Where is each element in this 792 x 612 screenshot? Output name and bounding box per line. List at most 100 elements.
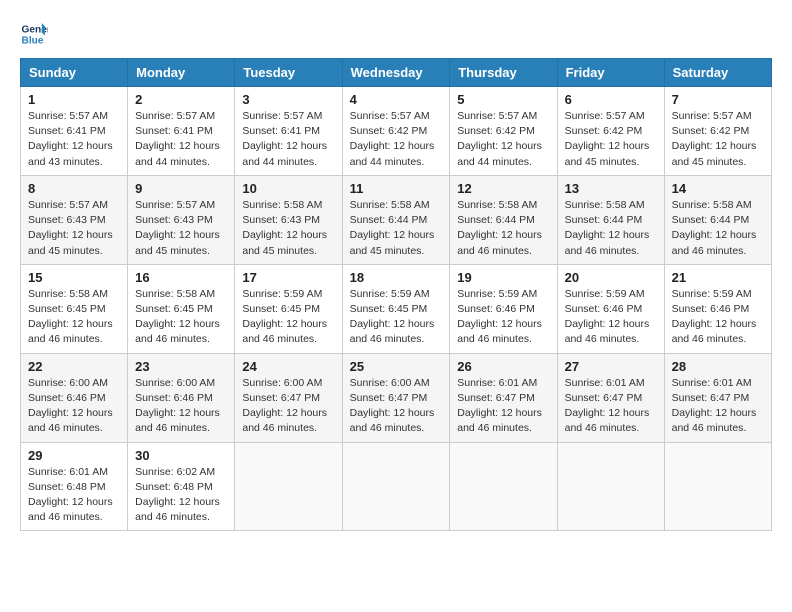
day-cell [235, 442, 342, 531]
day-cell: 13Sunrise: 5:58 AMSunset: 6:44 PMDayligh… [557, 175, 664, 264]
day-info: Sunrise: 5:58 AMSunset: 6:45 PMDaylight:… [28, 287, 120, 348]
day-number: 22 [28, 359, 120, 374]
day-info: Sunrise: 5:57 AMSunset: 6:43 PMDaylight:… [135, 198, 227, 259]
col-header-sunday: Sunday [21, 59, 128, 87]
day-number: 8 [28, 181, 120, 196]
col-header-wednesday: Wednesday [342, 59, 450, 87]
day-info: Sunrise: 5:59 AMSunset: 6:45 PMDaylight:… [350, 287, 443, 348]
day-cell [557, 442, 664, 531]
day-info: Sunrise: 5:59 AMSunset: 6:46 PMDaylight:… [565, 287, 657, 348]
day-number: 2 [135, 92, 227, 107]
day-info: Sunrise: 5:57 AMSunset: 6:43 PMDaylight:… [28, 198, 120, 259]
day-info: Sunrise: 5:58 AMSunset: 6:44 PMDaylight:… [350, 198, 443, 259]
day-number: 10 [242, 181, 334, 196]
day-number: 28 [672, 359, 764, 374]
day-number: 7 [672, 92, 764, 107]
day-cell: 2 Sunrise: 5:57 AMSunset: 6:41 PMDaylight… [128, 87, 235, 176]
day-info: Sunrise: 5:58 AMSunset: 6:43 PMDaylight:… [242, 198, 334, 259]
col-header-friday: Friday [557, 59, 664, 87]
day-info: Sunrise: 6:01 AMSunset: 6:47 PMDaylight:… [672, 376, 764, 437]
day-cell: 25 Sunrise: 6:00 AMSunset: 6:47 PMDayligh… [342, 353, 450, 442]
day-cell: 30 Sunrise: 6:02 AMSunset: 6:48 PMDayligh… [128, 442, 235, 531]
day-info: Sunrise: 5:57 AMSunset: 6:41 PMDaylight:… [242, 109, 334, 170]
day-info: Sunrise: 6:00 AMSunset: 6:46 PMDaylight:… [135, 376, 227, 437]
day-info: Sunrise: 5:59 AMSunset: 6:45 PMDaylight:… [242, 287, 334, 348]
week-row-2: 8 Sunrise: 5:57 AMSunset: 6:43 PMDaylight… [21, 175, 772, 264]
day-cell [342, 442, 450, 531]
day-info: Sunrise: 6:00 AMSunset: 6:47 PMDaylight:… [242, 376, 334, 437]
day-cell: 23 Sunrise: 6:00 AMSunset: 6:46 PMDayligh… [128, 353, 235, 442]
day-info: Sunrise: 6:00 AMSunset: 6:46 PMDaylight:… [28, 376, 120, 437]
day-cell: 5 Sunrise: 5:57 AMSunset: 6:42 PMDaylight… [450, 87, 557, 176]
day-info: Sunrise: 5:58 AMSunset: 6:44 PMDaylight:… [457, 198, 549, 259]
week-row-4: 22 Sunrise: 6:00 AMSunset: 6:46 PMDayligh… [21, 353, 772, 442]
day-cell: 3 Sunrise: 5:57 AMSunset: 6:41 PMDaylight… [235, 87, 342, 176]
day-number: 1 [28, 92, 120, 107]
col-header-thursday: Thursday [450, 59, 557, 87]
day-number: 18 [350, 270, 443, 285]
logo-icon: General Blue [20, 20, 48, 48]
day-cell: 11 Sunrise: 5:58 AMSunset: 6:44 PMDayligh… [342, 175, 450, 264]
day-info: Sunrise: 6:01 AMSunset: 6:47 PMDaylight:… [457, 376, 549, 437]
header-row: SundayMondayTuesdayWednesdayThursdayFrid… [21, 59, 772, 87]
day-cell: 9 Sunrise: 5:57 AMSunset: 6:43 PMDaylight… [128, 175, 235, 264]
day-number: 25 [350, 359, 443, 374]
col-header-tuesday: Tuesday [235, 59, 342, 87]
day-number: 24 [242, 359, 334, 374]
day-cell [450, 442, 557, 531]
day-number: 14 [672, 181, 764, 196]
day-cell: 21Sunrise: 5:59 AMSunset: 6:46 PMDayligh… [664, 264, 771, 353]
day-cell: 29Sunrise: 6:01 AMSunset: 6:48 PMDayligh… [21, 442, 128, 531]
day-number: 12 [457, 181, 549, 196]
col-header-saturday: Saturday [664, 59, 771, 87]
day-info: Sunrise: 5:57 AMSunset: 6:41 PMDaylight:… [135, 109, 227, 170]
day-cell: 26Sunrise: 6:01 AMSunset: 6:47 PMDayligh… [450, 353, 557, 442]
svg-text:Blue: Blue [22, 35, 44, 46]
day-number: 30 [135, 448, 227, 463]
day-cell: 16 Sunrise: 5:58 AMSunset: 6:45 PMDayligh… [128, 264, 235, 353]
day-number: 11 [350, 181, 443, 196]
calendar-table: SundayMondayTuesdayWednesdayThursdayFrid… [20, 58, 772, 531]
day-cell: 12 Sunrise: 5:58 AMSunset: 6:44 PMDayligh… [450, 175, 557, 264]
day-number: 27 [565, 359, 657, 374]
day-number: 3 [242, 92, 334, 107]
day-cell: 18 Sunrise: 5:59 AMSunset: 6:45 PMDayligh… [342, 264, 450, 353]
day-cell: 24 Sunrise: 6:00 AMSunset: 6:47 PMDayligh… [235, 353, 342, 442]
day-number: 16 [135, 270, 227, 285]
col-header-monday: Monday [128, 59, 235, 87]
day-info: Sunrise: 5:57 AMSunset: 6:41 PMDaylight:… [28, 109, 120, 170]
day-number: 21 [672, 270, 764, 285]
day-cell: 8 Sunrise: 5:57 AMSunset: 6:43 PMDaylight… [21, 175, 128, 264]
week-row-5: 29Sunrise: 6:01 AMSunset: 6:48 PMDayligh… [21, 442, 772, 531]
day-info: Sunrise: 5:57 AMSunset: 6:42 PMDaylight:… [457, 109, 549, 170]
day-cell: 1 Sunrise: 5:57 AMSunset: 6:41 PMDaylight… [21, 87, 128, 176]
week-row-1: 1 Sunrise: 5:57 AMSunset: 6:41 PMDaylight… [21, 87, 772, 176]
day-cell: 22 Sunrise: 6:00 AMSunset: 6:46 PMDayligh… [21, 353, 128, 442]
week-row-3: 15 Sunrise: 5:58 AMSunset: 6:45 PMDayligh… [21, 264, 772, 353]
day-number: 19 [457, 270, 549, 285]
day-number: 9 [135, 181, 227, 196]
day-cell: 10 Sunrise: 5:58 AMSunset: 6:43 PMDayligh… [235, 175, 342, 264]
day-cell: 14Sunrise: 5:58 AMSunset: 6:44 PMDayligh… [664, 175, 771, 264]
day-info: Sunrise: 5:59 AMSunset: 6:46 PMDaylight:… [457, 287, 549, 348]
day-cell: 15 Sunrise: 5:58 AMSunset: 6:45 PMDayligh… [21, 264, 128, 353]
day-info: Sunrise: 5:57 AMSunset: 6:42 PMDaylight:… [350, 109, 443, 170]
day-info: Sunrise: 6:00 AMSunset: 6:47 PMDaylight:… [350, 376, 443, 437]
day-number: 5 [457, 92, 549, 107]
day-cell: 6Sunrise: 5:57 AMSunset: 6:42 PMDaylight… [557, 87, 664, 176]
day-info: Sunrise: 5:58 AMSunset: 6:45 PMDaylight:… [135, 287, 227, 348]
day-info: Sunrise: 5:57 AMSunset: 6:42 PMDaylight:… [672, 109, 764, 170]
day-number: 6 [565, 92, 657, 107]
logo: General Blue [20, 20, 52, 48]
day-number: 17 [242, 270, 334, 285]
day-number: 23 [135, 359, 227, 374]
day-cell: 19 Sunrise: 5:59 AMSunset: 6:46 PMDayligh… [450, 264, 557, 353]
day-cell: 27 Sunrise: 6:01 AMSunset: 6:47 PMDayligh… [557, 353, 664, 442]
day-cell: 4Sunrise: 5:57 AMSunset: 6:42 PMDaylight… [342, 87, 450, 176]
day-number: 15 [28, 270, 120, 285]
day-info: Sunrise: 6:02 AMSunset: 6:48 PMDaylight:… [135, 465, 227, 526]
day-cell: 17 Sunrise: 5:59 AMSunset: 6:45 PMDayligh… [235, 264, 342, 353]
day-info: Sunrise: 6:01 AMSunset: 6:47 PMDaylight:… [565, 376, 657, 437]
day-number: 20 [565, 270, 657, 285]
day-cell: 7 Sunrise: 5:57 AMSunset: 6:42 PMDaylight… [664, 87, 771, 176]
